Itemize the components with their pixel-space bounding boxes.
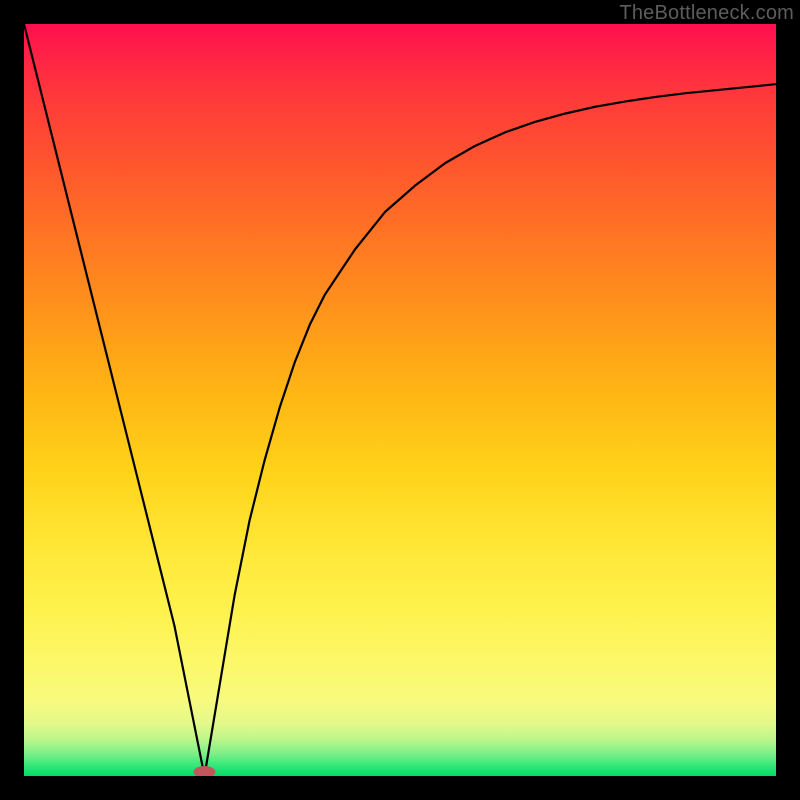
- chart-container: TheBottleneck.com: [0, 0, 800, 800]
- bottleneck-curve: [24, 24, 776, 776]
- curve-layer: [24, 24, 776, 776]
- plot-area: [24, 24, 776, 776]
- min-marker: [193, 766, 215, 776]
- watermark-text: TheBottleneck.com: [619, 2, 794, 25]
